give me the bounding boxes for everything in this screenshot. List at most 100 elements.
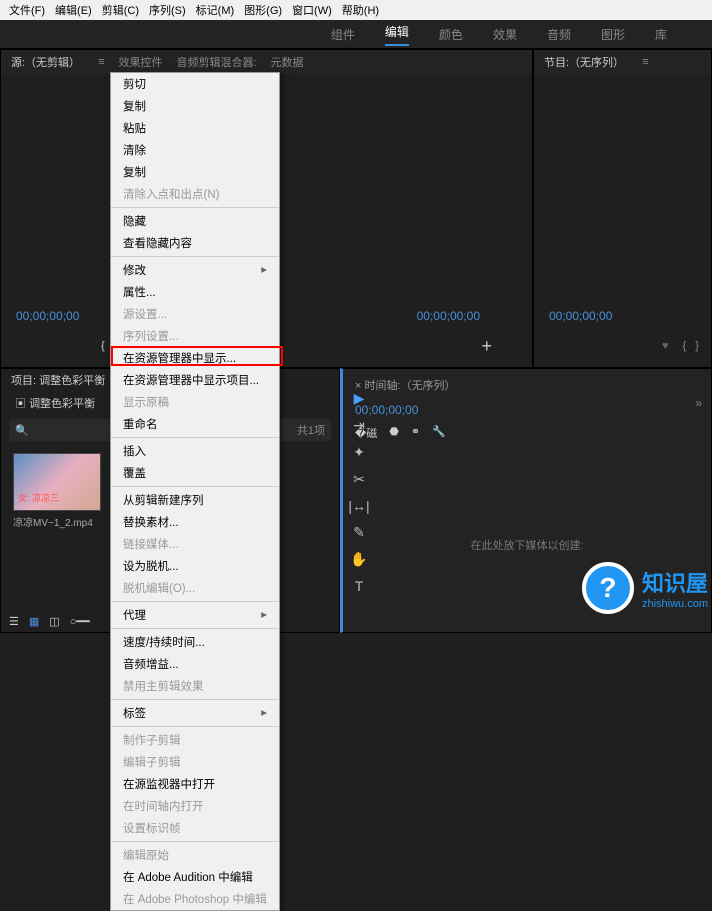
tools-panel: ▶ ⇥ ✦ ✂ |↔| ✎ ✋ T — [346, 390, 372, 594]
timeline-tab[interactable]: × 时间轴:（无序列） — [343, 369, 711, 401]
context-menu-item: 序列设置... — [111, 325, 279, 347]
context-menu-item: 在时间轴内打开 — [111, 795, 279, 817]
context-menu-item[interactable]: 在资源管理器中显示... — [111, 347, 279, 369]
context-menu-item: 清除入点和出点(N) — [111, 183, 279, 205]
context-menu-item[interactable]: 标签 — [111, 702, 279, 724]
selection-tool-icon[interactable]: ▶ — [354, 390, 365, 407]
menubar: 文件(F)编辑(E)剪辑(C)序列(S)标记(M)图形(G)窗口(W)帮助(H) — [0, 0, 712, 20]
context-menu-item: 编辑子剪辑 — [111, 751, 279, 773]
workspace-tab[interactable]: 效果 — [493, 26, 517, 43]
context-menu-item: 制作子剪辑 — [111, 729, 279, 751]
context-menu-item[interactable]: 属性... — [111, 281, 279, 303]
context-menu-item[interactable]: 速度/持续时间... — [111, 631, 279, 653]
search-icon: 🔍 — [15, 424, 29, 437]
context-menu-item[interactable]: 设为脱机... — [111, 555, 279, 577]
context-menu-item[interactable]: 在资源管理器中显示项目... — [111, 369, 279, 391]
icon-view-icon[interactable]: ▦ — [29, 615, 39, 628]
timeline-empty-text: 在此处放下媒体以创建: — [343, 537, 711, 553]
bin-icon: ▣ — [15, 398, 26, 410]
context-menu-item[interactable]: 剪切 — [111, 73, 279, 95]
workspace-tab[interactable]: 颜色 — [439, 26, 463, 43]
context-menu-item: 编辑原始 — [111, 844, 279, 866]
program-tab[interactable]: 节目:（无序列） — [544, 54, 624, 70]
context-menu-item[interactable]: 代理 — [111, 604, 279, 626]
brackets-icon[interactable]: { } — [682, 340, 699, 352]
context-menu-item[interactable]: 查看隐藏内容 — [111, 232, 279, 254]
clip-name: 凉凉MV~1_2.mp4 — [13, 514, 101, 529]
slip-tool-icon[interactable]: |↔| — [348, 498, 369, 514]
source-tab[interactable]: 元数据 — [271, 54, 304, 70]
workspace-tab[interactable]: 图形 — [601, 26, 625, 43]
pen-tool-icon[interactable]: ✎ — [353, 524, 365, 541]
program-monitor-panel: 节目:（无序列） ≡ 00;00;00;00 ♥ { } — [533, 49, 712, 368]
program-timecode[interactable]: 00;00;00;00 — [549, 309, 612, 323]
context-menu-item[interactable]: 修改 — [111, 259, 279, 281]
item-count: 共1项 — [297, 422, 325, 438]
source-timecode-out[interactable]: 00;00;00;00 — [417, 309, 480, 323]
program-panel-tabs: 节目:（无序列） ≡ — [534, 50, 711, 74]
ripple-tool-icon[interactable]: ✦ — [353, 444, 365, 461]
watermark: ? 知识屋 zhishiwu.com — [582, 562, 708, 614]
timeline-timecode[interactable]: 00;00;00;00 — [343, 401, 711, 419]
context-menu-item: 设置标识帧 — [111, 817, 279, 839]
workspace-tabs: 组件 编辑 颜色 效果 音频 图形 库 — [0, 20, 712, 48]
context-menu-item[interactable]: 清除 — [111, 139, 279, 161]
context-menu-item[interactable]: 复制 — [111, 161, 279, 183]
project-tab[interactable]: 项目: 调整色彩平衡 — [11, 372, 105, 388]
thumbnail-image — [13, 453, 101, 511]
project-name: 调整色彩平衡 — [29, 398, 95, 410]
source-tab[interactable]: 效果控件 — [118, 54, 162, 70]
panel-chevron-icon[interactable]: » — [695, 396, 702, 410]
menu-item[interactable]: 标记(M) — [192, 2, 239, 18]
type-tool-icon[interactable]: T — [355, 578, 364, 594]
menu-item[interactable]: 窗口(W) — [288, 2, 336, 18]
track-select-tool-icon[interactable]: ⇥ — [353, 417, 365, 434]
menu-item[interactable]: 文件(F) — [5, 2, 49, 18]
freeform-view-icon[interactable]: ◫ — [49, 615, 59, 628]
settings-icon[interactable]: 🔧 — [432, 425, 446, 441]
panel-menu-icon[interactable]: ≡ — [98, 56, 104, 68]
context-menu-item: 源设置... — [111, 303, 279, 325]
context-menu-item: 禁用主剪辑效果 — [111, 675, 279, 697]
context-menu-item[interactable]: 插入 — [111, 440, 279, 462]
project-footer: ☰ ▦ ◫ ○━━ — [9, 615, 90, 628]
context-menu-item[interactable]: 复制 — [111, 95, 279, 117]
source-tab[interactable]: 源:（无剪辑） — [11, 54, 80, 70]
clip-thumbnail[interactable]: 凉凉MV~1_2.mp4 — [13, 453, 101, 529]
source-tab[interactable]: 音频剪辑混合器: — [176, 54, 256, 70]
menu-item[interactable]: 序列(S) — [145, 2, 190, 18]
link-icon[interactable]: ⚭ — [411, 425, 420, 441]
menu-item[interactable]: 编辑(E) — [51, 2, 96, 18]
list-view-icon[interactable]: ☰ — [9, 615, 19, 628]
context-menu-item[interactable]: 重命名 — [111, 413, 279, 435]
workspace-tab[interactable]: 组件 — [331, 26, 355, 43]
mark-in-icon[interactable]: { — [101, 340, 105, 352]
panel-menu-icon[interactable]: ≡ — [642, 56, 648, 68]
add-icon[interactable]: + — [481, 336, 492, 357]
razor-tool-icon[interactable]: ✂ — [353, 471, 365, 488]
context-menu-item: 链接媒体... — [111, 533, 279, 555]
heart-icon[interactable]: ♥ — [662, 340, 669, 352]
workspace-tab[interactable]: 编辑 — [385, 23, 409, 46]
workspace-tab[interactable]: 库 — [655, 26, 667, 43]
context-menu-item[interactable]: 音频增益... — [111, 653, 279, 675]
menu-item[interactable]: 剪辑(C) — [98, 2, 143, 18]
context-menu-item[interactable]: 替换素材... — [111, 511, 279, 533]
program-transport: ♥ { } — [662, 333, 699, 359]
context-menu-item[interactable]: 在源监视器中打开 — [111, 773, 279, 795]
menu-item[interactable]: 帮助(H) — [338, 2, 383, 18]
menu-item[interactable]: 图形(G) — [240, 2, 286, 18]
context-menu-item[interactable]: 粘贴 — [111, 117, 279, 139]
source-timecode-in[interactable]: 00;00;00;00 — [16, 309, 79, 323]
context-menu-item[interactable]: 覆盖 — [111, 462, 279, 484]
context-menu-item: 脱机编辑(O)... — [111, 577, 279, 599]
context-menu-item[interactable]: 隐藏 — [111, 210, 279, 232]
marker-icon[interactable]: ⬣ — [389, 425, 399, 441]
zoom-slider[interactable]: ○━━ — [70, 615, 90, 628]
workspace-tab[interactable]: 音频 — [547, 26, 571, 43]
context-menu-item[interactable]: 在 Adobe Audition 中编辑 — [111, 866, 279, 888]
context-menu-item[interactable]: 从剪辑新建序列 — [111, 489, 279, 511]
watermark-icon: ? — [582, 562, 634, 614]
context-menu-item: 在 Adobe Photoshop 中编辑 — [111, 888, 279, 910]
hand-tool-icon[interactable]: ✋ — [350, 551, 367, 568]
